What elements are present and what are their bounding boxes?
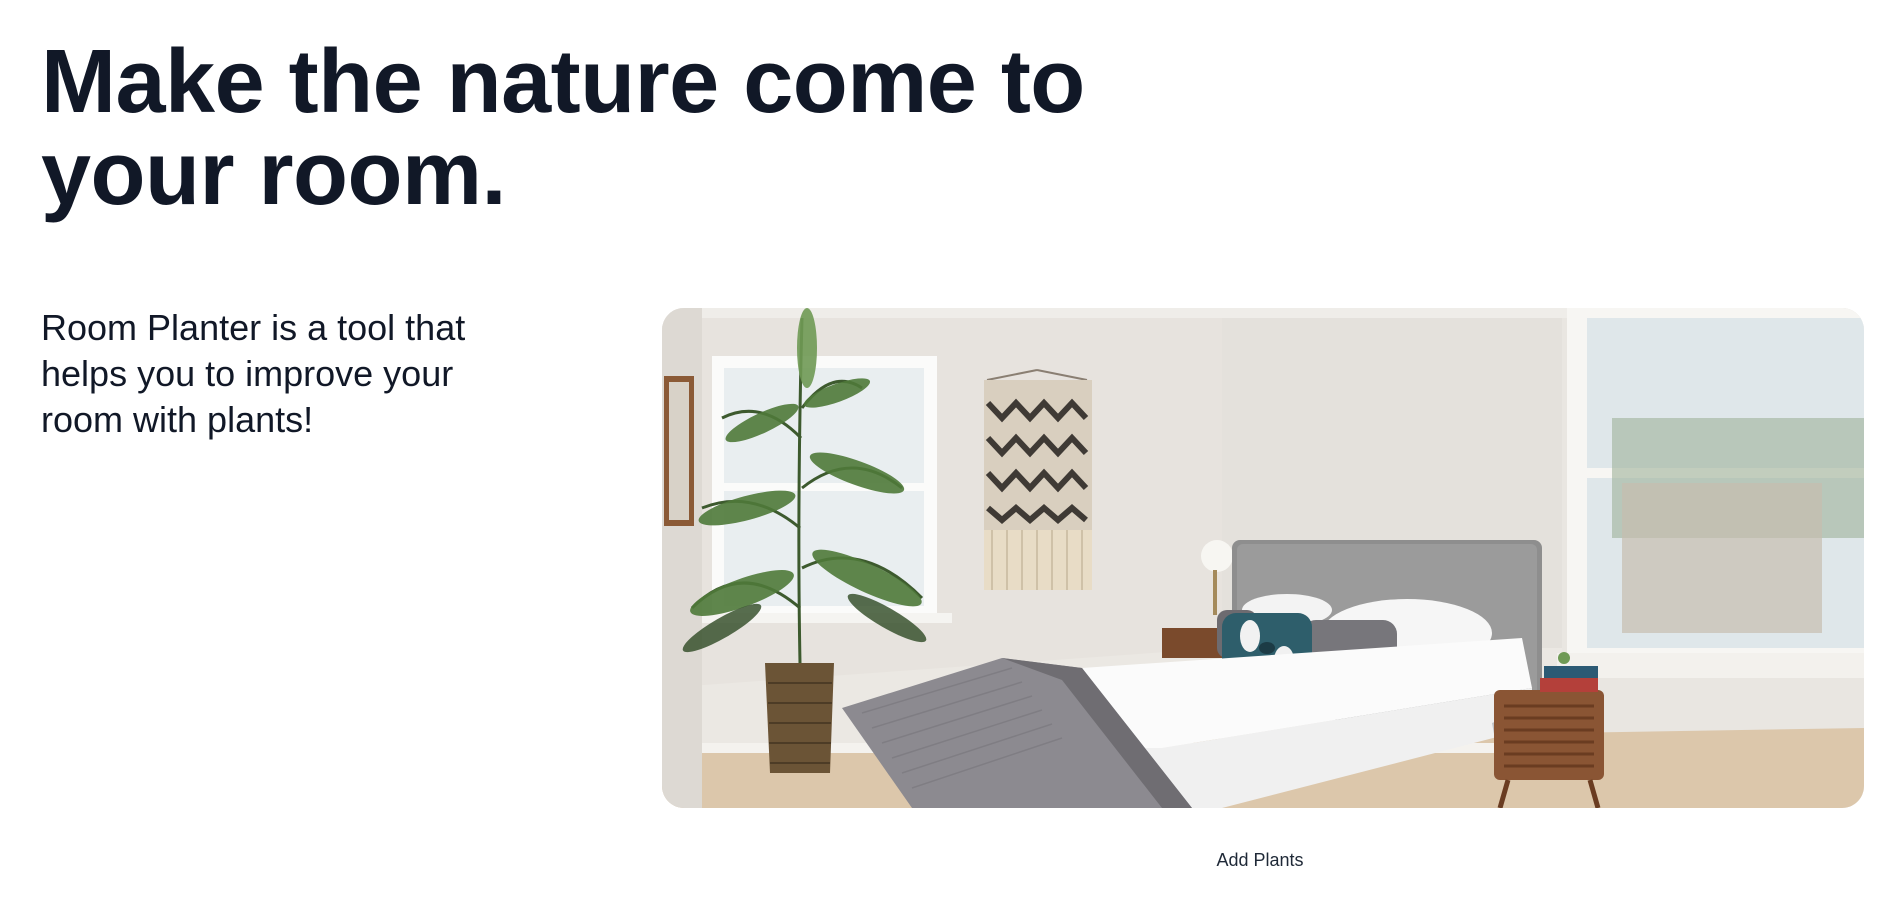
hero-description: Room Planter is a tool that helps you to…: [41, 307, 466, 440]
landing-page: Make the nature come to your room. Room …: [0, 0, 1892, 903]
add-plants-button[interactable]: Add Plants: [1160, 848, 1360, 872]
room-photo: [662, 308, 1864, 808]
bedroom-illustration: [662, 308, 1864, 808]
page-title: Make the nature come to your room.: [41, 32, 1085, 224]
